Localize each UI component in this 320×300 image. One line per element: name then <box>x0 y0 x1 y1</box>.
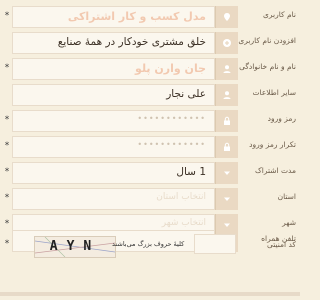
password-input[interactable]: •••••••••••• <box>12 110 215 132</box>
subscription-label: مدت اشتراک <box>255 166 296 175</box>
company-field[interactable]: مدل کسب و کار اشتراکی <box>12 6 238 28</box>
subscription-select[interactable]: 1 سال <box>12 162 238 184</box>
province-value[interactable]: انتخاب استان <box>12 188 215 210</box>
pin-icon <box>215 6 238 28</box>
row-password: * •••••••••••• رمز ورود <box>0 110 300 134</box>
password-confirm-field[interactable]: •••••••••••• <box>12 136 238 158</box>
captcha-image: AYN <box>34 236 116 258</box>
required-marker: * <box>4 11 10 21</box>
lock-icon <box>215 136 238 158</box>
row-mobile: تلفن همراه <box>0 230 300 282</box>
captcha-label: کد امنیتی <box>266 240 296 249</box>
other-label: سایر اطلاعات <box>252 88 296 97</box>
row-other: علی نجار سایر اطلاعات <box>0 84 300 108</box>
fullname-label: نام و نام خانوادگی <box>239 62 296 71</box>
registration-form: * مدل کسب و کار اشتراکی نام کاربری خلق م… <box>0 0 300 300</box>
plus-icon <box>215 32 238 54</box>
password-field[interactable]: •••••••••••• <box>12 110 238 132</box>
chevron-down-icon <box>215 162 238 184</box>
row-fullname: * جان وارن پلو نام و نام خانوادگی <box>0 58 300 82</box>
city-label: شهر <box>282 218 296 227</box>
password-confirm-label: تکرار رمز ورود <box>249 140 296 149</box>
username-label: افزودن نام کاربری <box>238 36 296 45</box>
subscription-value[interactable]: 1 سال <box>12 162 215 184</box>
lock-icon <box>215 110 238 132</box>
username-field[interactable]: خلق مشتری خودکار در همهٔ صنایع <box>12 32 238 54</box>
other-field[interactable]: علی نجار <box>12 84 238 106</box>
required-marker: * <box>4 115 10 125</box>
required-marker: * <box>4 193 10 203</box>
other-input[interactable]: علی نجار <box>12 84 215 106</box>
required-marker: * <box>4 141 10 151</box>
required-marker: * <box>4 63 10 73</box>
province-label: استان <box>277 192 296 201</box>
row-username: خلق مشتری خودکار در همهٔ صنایع افزودن نا… <box>0 32 300 56</box>
captcha-code: AYN <box>49 239 101 254</box>
row-password-confirm: * •••••••••••• تکرار رمز ورود <box>0 136 300 160</box>
chevron-down-icon <box>215 188 238 210</box>
captcha-note: کلیهٔ حروف بزرگ می‌باشند <box>112 240 185 248</box>
password-confirm-input[interactable]: •••••••••••• <box>12 136 215 158</box>
row-province: * انتخاب استان استان <box>0 188 300 212</box>
user-icon <box>215 58 238 80</box>
bottom-divider <box>0 292 300 296</box>
company-label: نام کاربری <box>263 10 296 19</box>
username-input[interactable]: خلق مشتری خودکار در همهٔ صنایع <box>12 32 215 54</box>
captcha-input[interactable] <box>194 234 236 254</box>
row-subscription: * 1 سال مدت اشتراک <box>0 162 300 186</box>
required-marker: * <box>4 219 10 229</box>
required-marker: * <box>4 167 10 177</box>
required-marker: * <box>4 239 10 249</box>
province-select[interactable]: انتخاب استان <box>12 188 238 210</box>
user-icon <box>215 84 238 106</box>
password-label: رمز ورود <box>267 114 296 123</box>
row-company: * مدل کسب و کار اشتراکی نام کاربری <box>0 6 300 30</box>
company-input[interactable]: مدل کسب و کار اشتراکی <box>12 6 215 28</box>
fullname-field[interactable]: جان وارن پلو <box>12 58 238 80</box>
fullname-input[interactable]: جان وارن پلو <box>12 58 215 80</box>
